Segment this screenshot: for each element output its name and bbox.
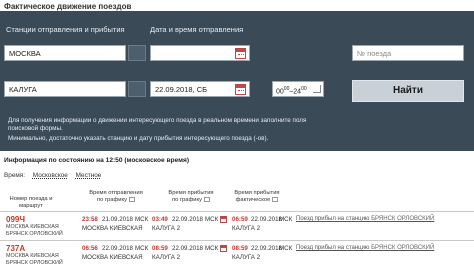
date-value: 22.09.2018, СБ [155, 85, 208, 94]
train-route: МОСКВА КИЕВСКАЯ БРЯНСК ОРЛОВСКИЙ [6, 224, 63, 237]
datetime-label: Дата и время отправления [150, 25, 244, 34]
col-header-actual[interactable]: Время прибытия фактическое [225, 190, 289, 204]
col-header-train[interactable]: Номер поезда и маршрут [4, 196, 58, 210]
actual-station: КАЛУГА 2 [232, 225, 261, 232]
time-to-minutes: 00 [301, 86, 307, 92]
actual-time: 08:59 [232, 245, 248, 252]
calendar-icon[interactable] [235, 48, 246, 59]
col-header-departure-l1: Время отправления [89, 190, 143, 196]
arrival-tz: МСК [205, 245, 219, 252]
col-header-train-label: Номер поезда и маршрут [9, 196, 53, 209]
to-station-input[interactable]: КАЛУГА [4, 81, 126, 97]
col-header-arrival-l2: по графику [160, 197, 222, 204]
arrival-date: 22.09.2018 [172, 216, 203, 223]
form-note-line1: Для получения информации о движении инте… [8, 117, 307, 124]
departure-tz: МСК [135, 216, 149, 223]
departure-station: МОСКВА КИЕВСКАЯ [82, 254, 143, 261]
train-route: МОСКВА КИЕВСКАЯ БРЯНСК ОРЛОВСКИЙ [6, 253, 63, 266]
col-header-actual-l1: Время прибытия [234, 190, 280, 196]
col-header-departure-l2: по графику [80, 197, 152, 204]
train-number-placeholder: № поезда [357, 49, 392, 58]
table-divider [0, 211, 474, 212]
calendar-icon[interactable] [220, 216, 227, 223]
departure-time: 06:56 [82, 245, 98, 252]
arrival-station: КАЛУГА 2 [152, 225, 181, 232]
departure-tz: МСК [135, 245, 149, 252]
sort-icon[interactable] [272, 197, 279, 202]
col-header-actual-l2: фактическое [225, 197, 289, 204]
time-range-input[interactable]: 0000–2400 [272, 81, 324, 97]
table-row[interactable]: 737А МОСКВА КИЕВСКАЯ БРЯНСК ОРЛОВСКИЙ 06… [0, 243, 474, 270]
departure-date: 22.09.2018 [102, 245, 133, 252]
time-dropdown-icon[interactable] [313, 85, 321, 93]
time-from: 00 [276, 88, 284, 96]
time-mode-local[interactable]: Местное [76, 172, 102, 179]
time-mode-moscow[interactable]: Московское [33, 172, 68, 179]
arrival-date: 22.09.2018 [172, 245, 203, 252]
arrival-station: КАЛУГА 2 [152, 254, 181, 261]
train-number[interactable]: 099Ч [6, 215, 25, 224]
actual-date: 22.09.2018 [251, 245, 282, 252]
actual-tz: МСК [279, 216, 293, 223]
to-station-value: КАЛУГА [9, 85, 37, 94]
stations-label: Станции отправления и прибытия [6, 25, 125, 34]
actual-tz: МСК [279, 245, 293, 252]
calendar-icon[interactable] [220, 245, 227, 252]
departure-time: 23:58 [82, 216, 98, 223]
departure-station: МОСКВА КИЕВСКАЯ [82, 225, 143, 232]
page-title: Фактическое движение поездов [4, 2, 132, 11]
arrival-tz: МСК [205, 216, 219, 223]
search-panel: Станции отправления и прибытия Дата и вр… [0, 11, 474, 151]
from-station-input[interactable]: МОСКВА [4, 45, 126, 61]
col-header-arrival[interactable]: Время прибытия по графику [160, 190, 222, 204]
from-station-value: МОСКВА [9, 49, 41, 58]
row-divider [0, 240, 474, 241]
form-note-line3: Минимально, достаточно указать станцию и… [8, 135, 269, 142]
col-header-arrival-l1: Время прибытия [168, 190, 214, 196]
arrival-time: 03:49 [152, 216, 168, 223]
date-input[interactable] [150, 45, 250, 61]
table-row[interactable]: 099Ч МОСКВА КИЕВСКАЯ БРЯНСК ОРЛОВСКИЙ 23… [0, 214, 474, 241]
time-to: 24 [293, 88, 302, 96]
swap-stations-button[interactable] [128, 45, 146, 61]
actual-station: КАЛУГА 2 [232, 254, 261, 261]
sort-icon[interactable] [204, 197, 211, 202]
col-header-departure[interactable]: Время отправления по графику [80, 190, 152, 204]
time-mode-switch: Время: Московское Местное [4, 172, 107, 179]
train-status-link[interactable]: Поезд прибыл на станцию БРЯНСК ОРЛОВСКИЙ [296, 245, 434, 251]
find-button[interactable]: Найти [352, 80, 464, 102]
sort-icon[interactable] [129, 197, 136, 202]
arrival-time: 08:59 [152, 245, 168, 252]
train-status-link[interactable]: Поезд прибыл на станцию БРЯНСК ОРЛОВСКИЙ [296, 216, 434, 222]
train-number[interactable]: 737А [6, 244, 25, 253]
train-number-input[interactable]: № поезда [352, 45, 464, 61]
time-mode-label: Время: [4, 172, 26, 179]
info-header: Информация по состоянию на 12:50 (москов… [4, 157, 190, 164]
date-value-input[interactable]: 22.09.2018, СБ [150, 81, 250, 97]
actual-time: 06:59 [232, 216, 248, 223]
to-station-arrow[interactable] [128, 81, 146, 97]
actual-date: 22.09.2018 [251, 216, 282, 223]
form-note-line2: поисковой формы. [8, 125, 63, 132]
departure-date: 21.09.2018 [102, 216, 133, 223]
calendar-icon[interactable] [235, 84, 246, 95]
